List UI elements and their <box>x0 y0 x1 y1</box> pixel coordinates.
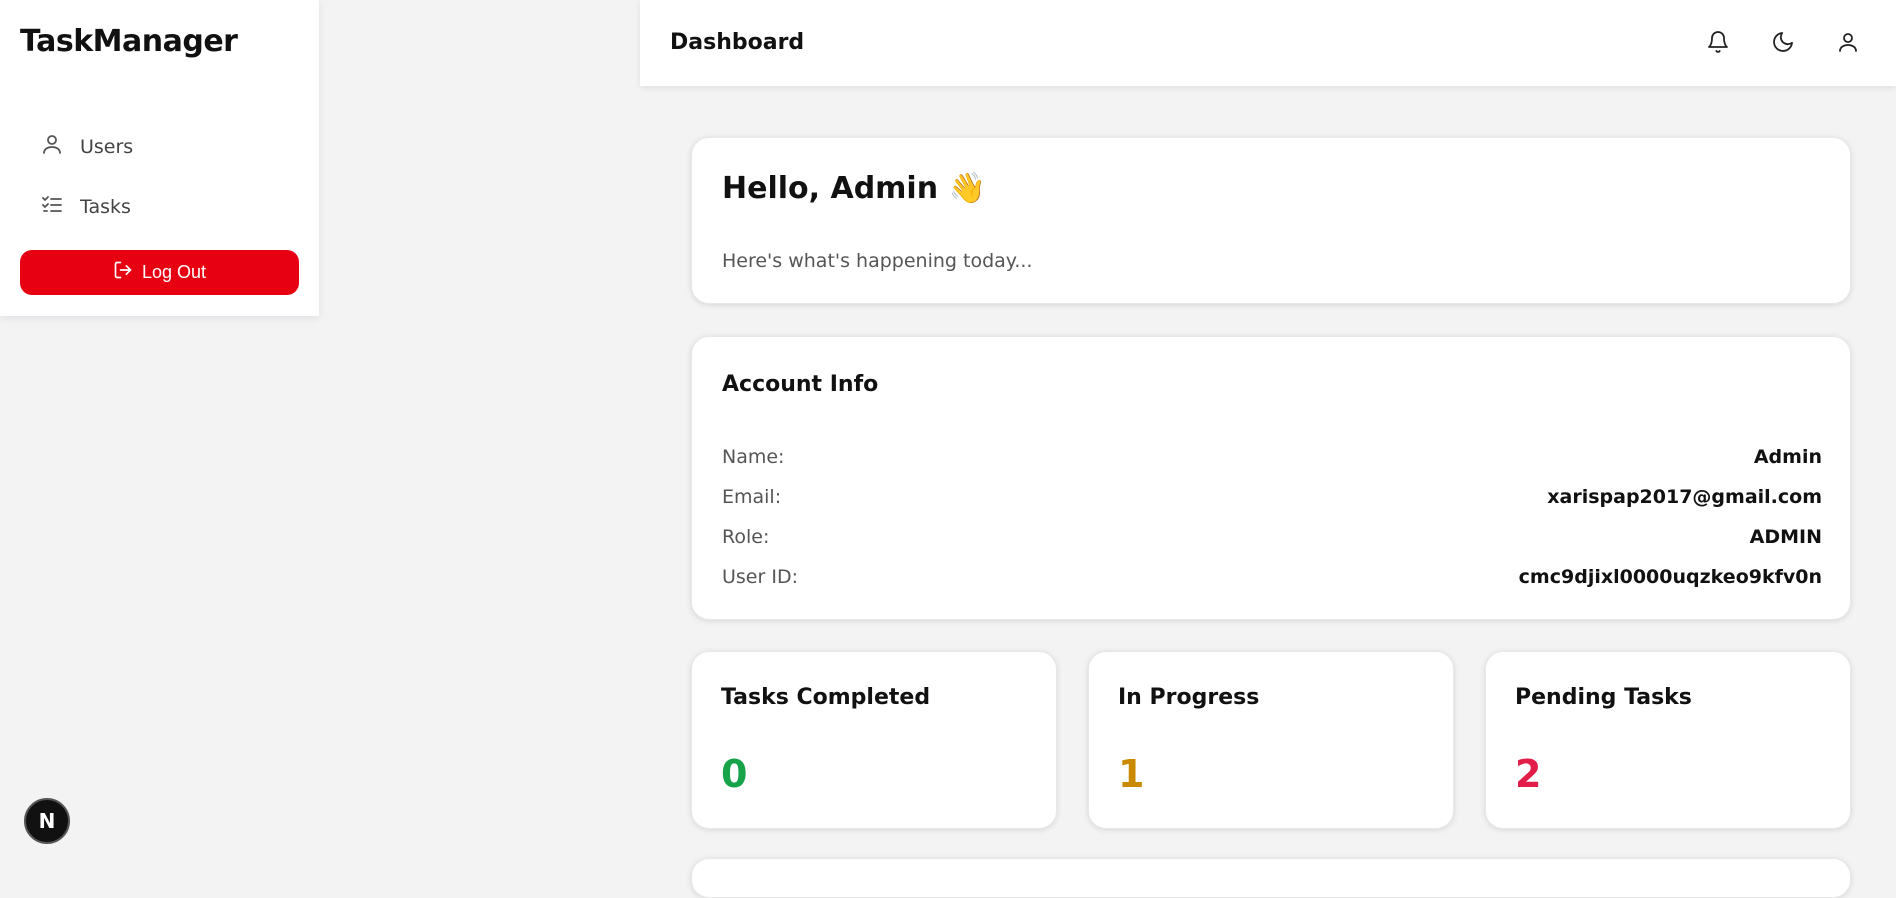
info-label: Role: <box>722 526 770 548</box>
account-info-card: Account Info Name: Admin Email: xarispap… <box>691 336 1851 620</box>
brand-title: TaskManager <box>20 24 238 59</box>
sidebar-item-users[interactable]: Users <box>40 132 133 161</box>
sidebar-item-label: Users <box>80 135 134 158</box>
greeting-card: Hello, Admin 👋 Here's what's happening t… <box>691 137 1851 304</box>
moon-icon[interactable] <box>1771 30 1795 54</box>
stat-card-in-progress: In Progress 1 <box>1088 651 1454 829</box>
info-value: ADMIN <box>1749 526 1822 548</box>
greeting-subtitle: Here's what's happening today... <box>722 250 1033 272</box>
account-info-title: Account Info <box>722 372 879 397</box>
info-value: cmc9djixl0000uqzkeo9kfv0n <box>1518 566 1822 588</box>
greeting-title: Hello, Admin 👋 <box>722 171 986 206</box>
page-title: Dashboard <box>670 30 805 55</box>
stat-title: Tasks Completed <box>721 685 931 710</box>
account-row-user-id: User ID: cmc9djixl0000uqzkeo9kfv0n <box>722 566 1822 588</box>
badge-label: N <box>38 809 56 833</box>
stat-value: 2 <box>1515 752 1542 796</box>
top-header: Dashboard <box>640 0 1896 86</box>
logout-label: Log Out <box>141 262 207 282</box>
logout-button[interactable]: Log Out <box>20 250 299 295</box>
info-value: xarispap2017@gmail.com <box>1547 486 1822 508</box>
sidebar-item-label: Tasks <box>80 195 131 218</box>
bell-icon[interactable] <box>1706 30 1730 54</box>
stat-title: In Progress <box>1118 685 1260 710</box>
stat-card-tasks-completed: Tasks Completed 0 <box>691 651 1057 829</box>
stat-value: 1 <box>1118 752 1145 796</box>
account-row-name: Name: Admin <box>722 446 1822 468</box>
dev-tools-badge[interactable]: N <box>24 798 70 844</box>
user-icon[interactable] <box>1836 30 1860 54</box>
account-row-email: Email: xarispap2017@gmail.com <box>722 486 1822 508</box>
user-icon <box>40 132 64 161</box>
additional-card <box>691 858 1851 898</box>
task-list-icon <box>40 192 64 221</box>
sidebar-item-tasks[interactable]: Tasks <box>40 192 131 221</box>
sidebar: TaskManager Users Tasks Log Out <box>0 0 319 316</box>
account-row-role: Role: ADMIN <box>722 526 1822 548</box>
stat-card-pending-tasks: Pending Tasks 2 <box>1485 651 1851 829</box>
info-label: Email: <box>722 486 782 508</box>
logout-icon <box>113 260 133 285</box>
stat-value: 0 <box>721 752 748 796</box>
info-label: Name: <box>722 446 785 468</box>
stat-title: Pending Tasks <box>1515 685 1692 710</box>
info-value: Admin <box>1753 446 1822 468</box>
info-label: User ID: <box>722 566 798 588</box>
